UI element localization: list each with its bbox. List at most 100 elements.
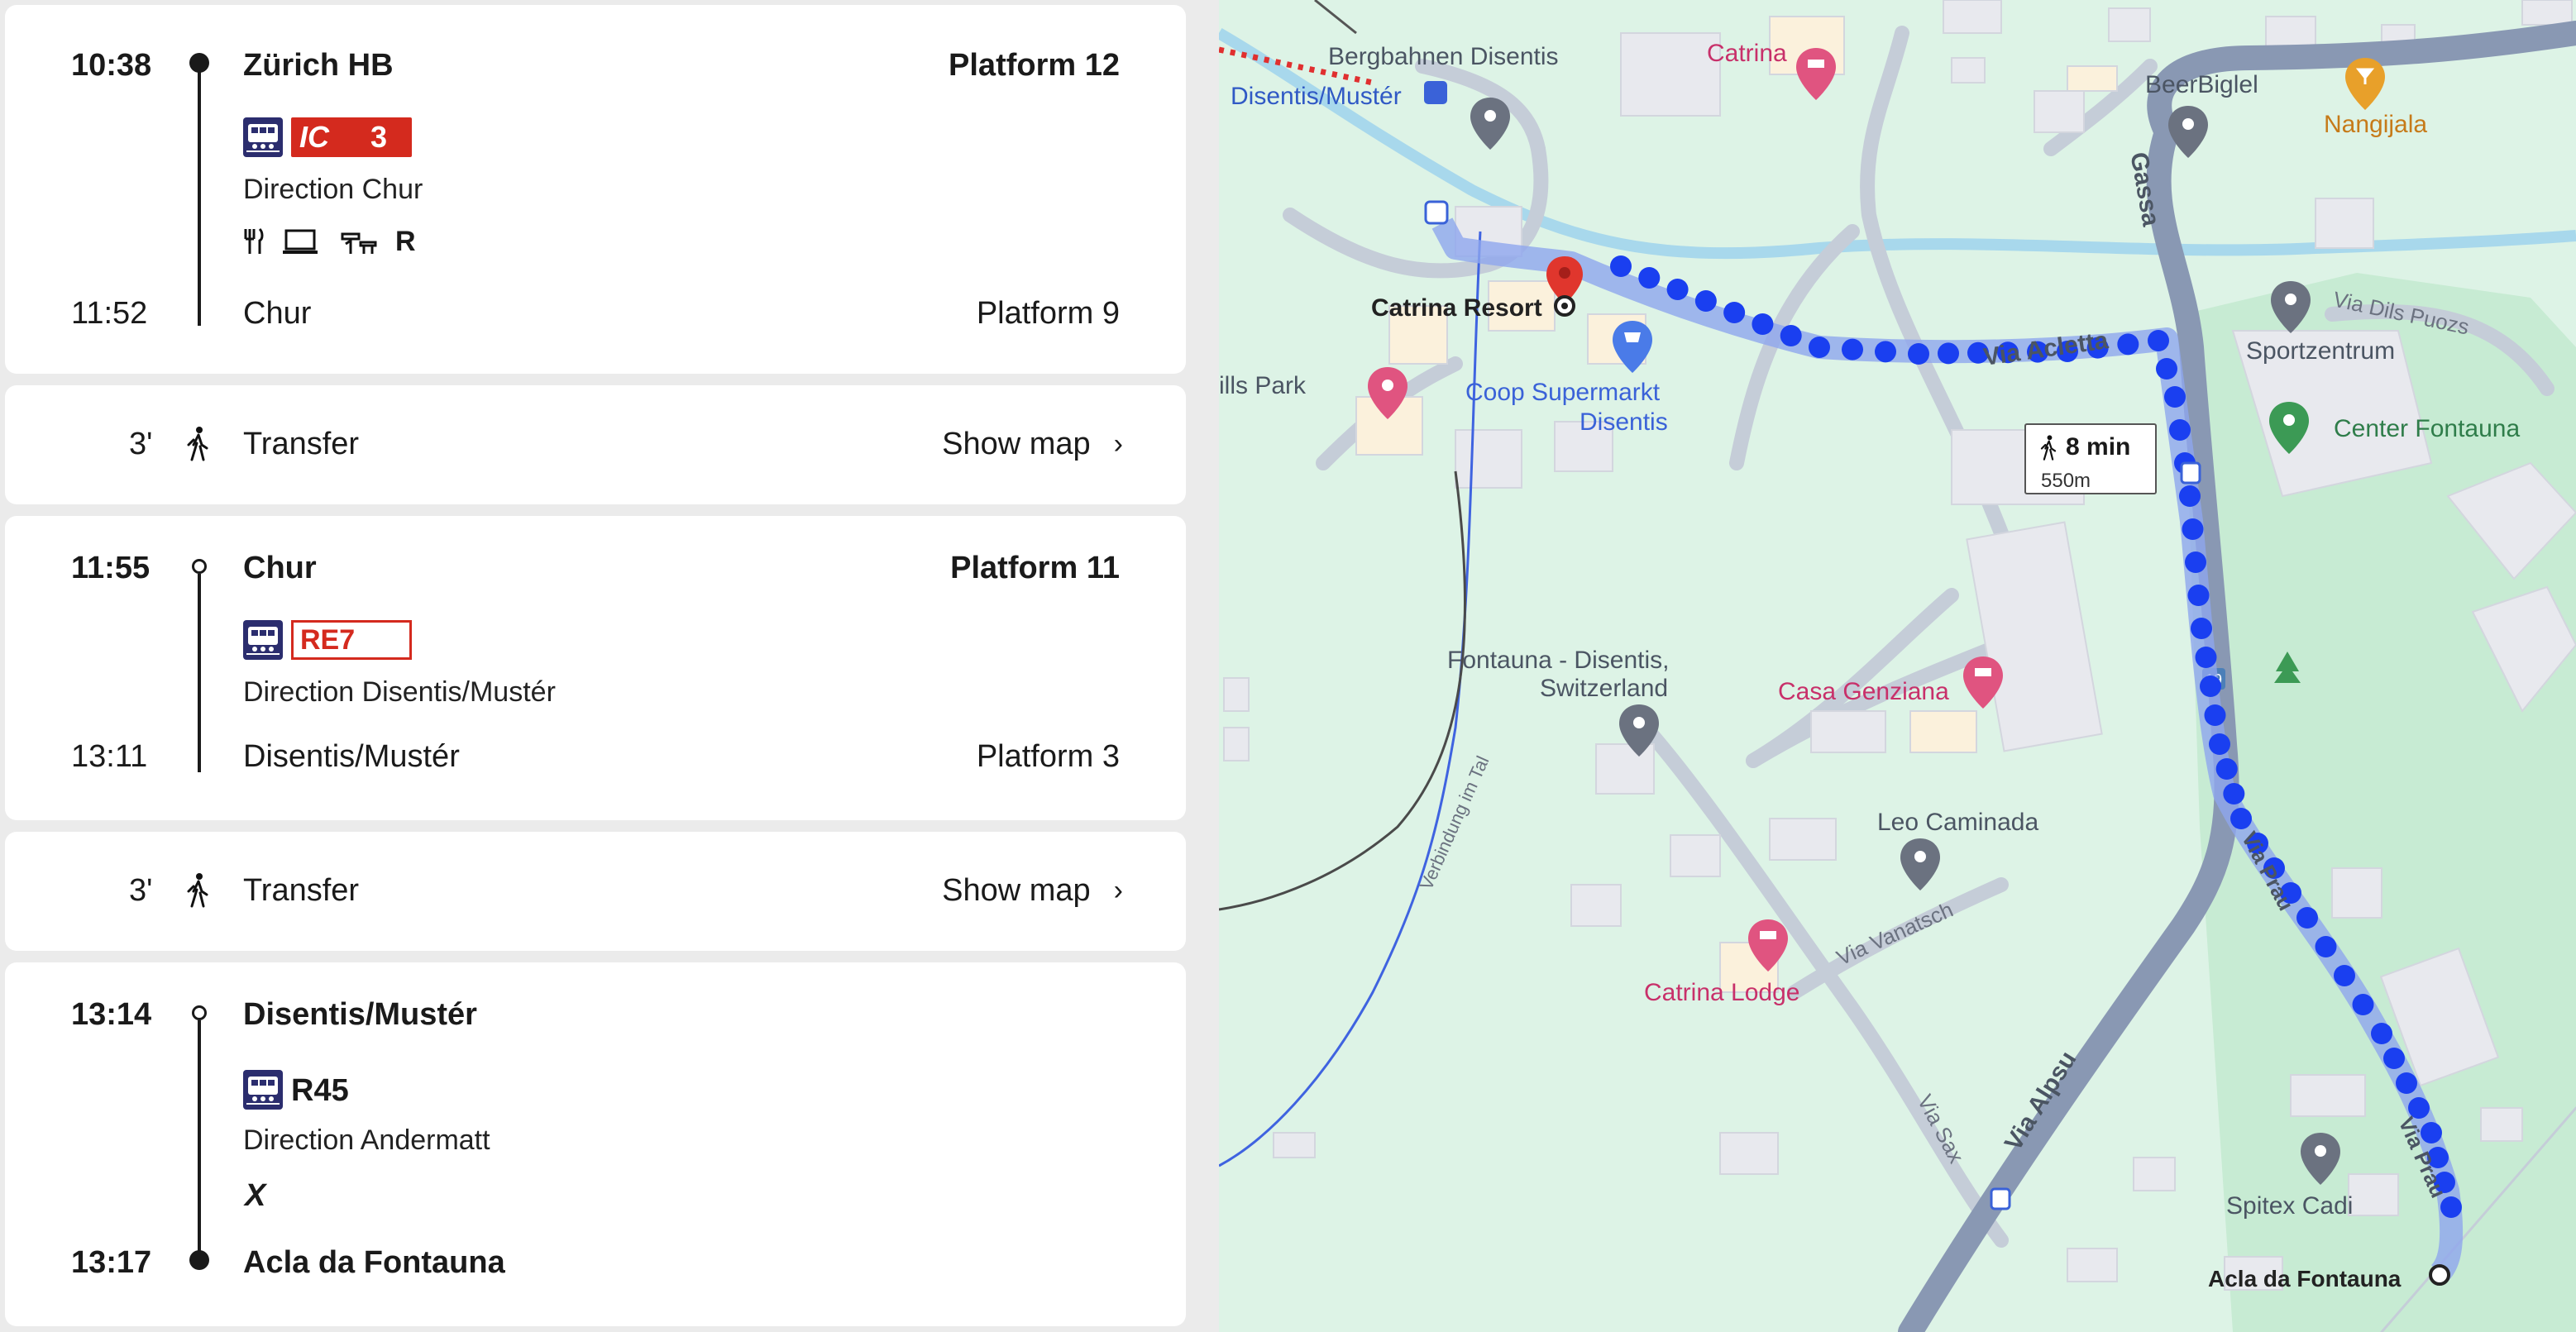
walking-route-map[interactable]: 19 Bergbahnen Disentis Disentis/Mustér C… — [1219, 0, 2576, 1332]
route-line — [198, 1020, 201, 1260]
transfer-minutes: 3' — [129, 873, 153, 908]
route-dot — [2200, 676, 2221, 697]
route-dot — [1666, 279, 1689, 300]
departure-platform: Platform 12 — [949, 48, 1120, 83]
route-line — [198, 574, 201, 772]
route-dot — [2334, 965, 2355, 986]
arrival-time: 13:11 — [71, 739, 148, 774]
walking-icon — [2040, 435, 2057, 461]
route-dot — [2215, 758, 2238, 780]
svg-text:Sportzentrum: Sportzentrum — [2246, 337, 2395, 365]
transfer-label: Transfer — [243, 873, 360, 908]
connection-timetable: 10:38 Zürich HB Platform 12 IC 3 Directi… — [0, 0, 1219, 1332]
map-canvas[interactable]: 19 Bergbahnen Disentis Disentis/Mustér C… — [1219, 0, 2576, 1332]
arrival-platform: Platform 3 — [976, 739, 1120, 774]
departure-time: 11:55 — [71, 551, 151, 585]
route-dot — [2352, 994, 2374, 1015]
arrival-station: Acla da Fontauna — [243, 1245, 505, 1280]
svg-text:Catrina Lodge: Catrina Lodge — [1644, 979, 1799, 1006]
route-dot — [1809, 337, 1830, 358]
route-dot — [2148, 330, 2169, 351]
station-icon — [1424, 81, 1447, 104]
route-dot — [2156, 358, 2177, 380]
walking-time: 8 min — [2066, 433, 2131, 461]
svg-text:Disentis/Mustér: Disentis/Mustér — [1231, 83, 1402, 110]
svg-text:Casa Genziana: Casa Genziana — [1778, 678, 1949, 705]
transfer-label: Transfer — [243, 427, 360, 461]
departure-stop-dot — [192, 559, 207, 574]
direction-text: Direction Chur — [243, 174, 423, 205]
route-dot — [2187, 585, 2210, 606]
route-dot — [2204, 704, 2226, 726]
arrival-station: Chur — [243, 296, 312, 331]
route-dot — [2164, 386, 2186, 408]
family-zone-icon — [339, 225, 379, 258]
route-dot — [1875, 341, 1896, 363]
walking-time-callout[interactable]: 8 min 550m — [2024, 423, 2157, 494]
route-dot — [1694, 290, 1717, 312]
show-map-label: Show map — [942, 873, 1091, 908]
svg-text:Switzerland: Switzerland — [1540, 675, 1668, 702]
direction-text: Direction Disentis/Mustér — [243, 676, 556, 708]
route-dot — [2315, 936, 2337, 957]
route-dot — [2296, 907, 2318, 929]
route-dot — [2169, 419, 2191, 441]
train-icon — [243, 1070, 283, 1110]
route-dot — [2383, 1048, 2405, 1069]
transfer-card-1: 3' Transfer Show map › — [5, 385, 1186, 504]
route-dot — [2179, 485, 2201, 507]
svg-text:ills Park: ills Park — [1219, 372, 1307, 399]
departure-station: Disentis/Mustér — [243, 997, 477, 1032]
walking-icon — [185, 871, 210, 912]
route-dot — [2182, 518, 2204, 540]
route-dot — [2371, 1023, 2392, 1044]
leg-card-2[interactable]: 11:55 Chur Platform 11 RE7 Direction Dis… — [5, 516, 1186, 820]
route-dot — [2230, 808, 2252, 829]
route-dot — [1938, 342, 1959, 365]
route-dot — [1908, 343, 1929, 365]
svg-text:Disentis: Disentis — [1580, 408, 1668, 436]
chevron-right-icon: › — [1113, 428, 1123, 460]
route-dot — [2117, 333, 2139, 356]
route-dot — [2191, 618, 2212, 639]
transfer-card-2: 3' Transfer Show map › — [5, 832, 1186, 951]
departure-time: 13:14 — [71, 997, 152, 1032]
transfer-minutes: 3' — [129, 427, 153, 461]
departure-time: 10:38 — [71, 48, 152, 83]
line-badge-ic: IC 3 — [291, 117, 412, 157]
show-map-button[interactable]: Show map › — [942, 873, 1123, 909]
svg-text:Bergbahnen Disentis: Bergbahnen Disentis — [1328, 43, 1559, 70]
route-dot — [1638, 267, 1661, 289]
svg-text:Nangijala: Nangijala — [2324, 111, 2427, 138]
arrival-time: 11:52 — [71, 296, 148, 331]
leg-card-3[interactable]: 13:14 Disentis/Mustér R45 Direction Ande… — [5, 962, 1186, 1326]
svg-text:Catrina: Catrina — [1707, 40, 1787, 67]
route-dot — [1842, 338, 1863, 360]
route-dot — [2209, 733, 2230, 755]
route-dot — [2223, 783, 2245, 804]
route-dot — [1780, 325, 1802, 346]
route-dot — [2440, 1196, 2462, 1218]
train-icon — [243, 117, 283, 157]
departure-stop-dot — [192, 1005, 207, 1020]
route-dot — [2396, 1072, 2417, 1094]
line-prefix: IC — [299, 120, 329, 154]
svg-text:Center Fontauna: Center Fontauna — [2334, 415, 2520, 442]
svg-text:BeerBiglel: BeerBiglel — [2145, 71, 2258, 98]
leg-card-1[interactable]: 10:38 Zürich HB Platform 12 IC 3 Directi… — [5, 5, 1186, 374]
route-dot — [2195, 647, 2217, 668]
route-line — [198, 63, 201, 326]
arrival-station: Disentis/Mustér — [243, 739, 460, 774]
walking-icon — [185, 425, 210, 465]
svg-text:Leo Caminada: Leo Caminada — [1877, 809, 2038, 836]
reservation-icon: R — [395, 225, 416, 257]
departure-station: Zürich HB — [243, 48, 394, 83]
departure-platform: Platform 11 — [950, 551, 1120, 585]
restaurant-icon — [243, 225, 265, 258]
arrival-time: 13:17 — [71, 1245, 152, 1280]
svg-text:Catrina Resort: Catrina Resort — [1371, 294, 1542, 322]
route-dot — [1723, 302, 1746, 323]
destination-marker — [2429, 1264, 2450, 1286]
show-map-button[interactable]: Show map › — [942, 427, 1123, 462]
svg-text:Spitex Cadi: Spitex Cadi — [2226, 1192, 2353, 1220]
